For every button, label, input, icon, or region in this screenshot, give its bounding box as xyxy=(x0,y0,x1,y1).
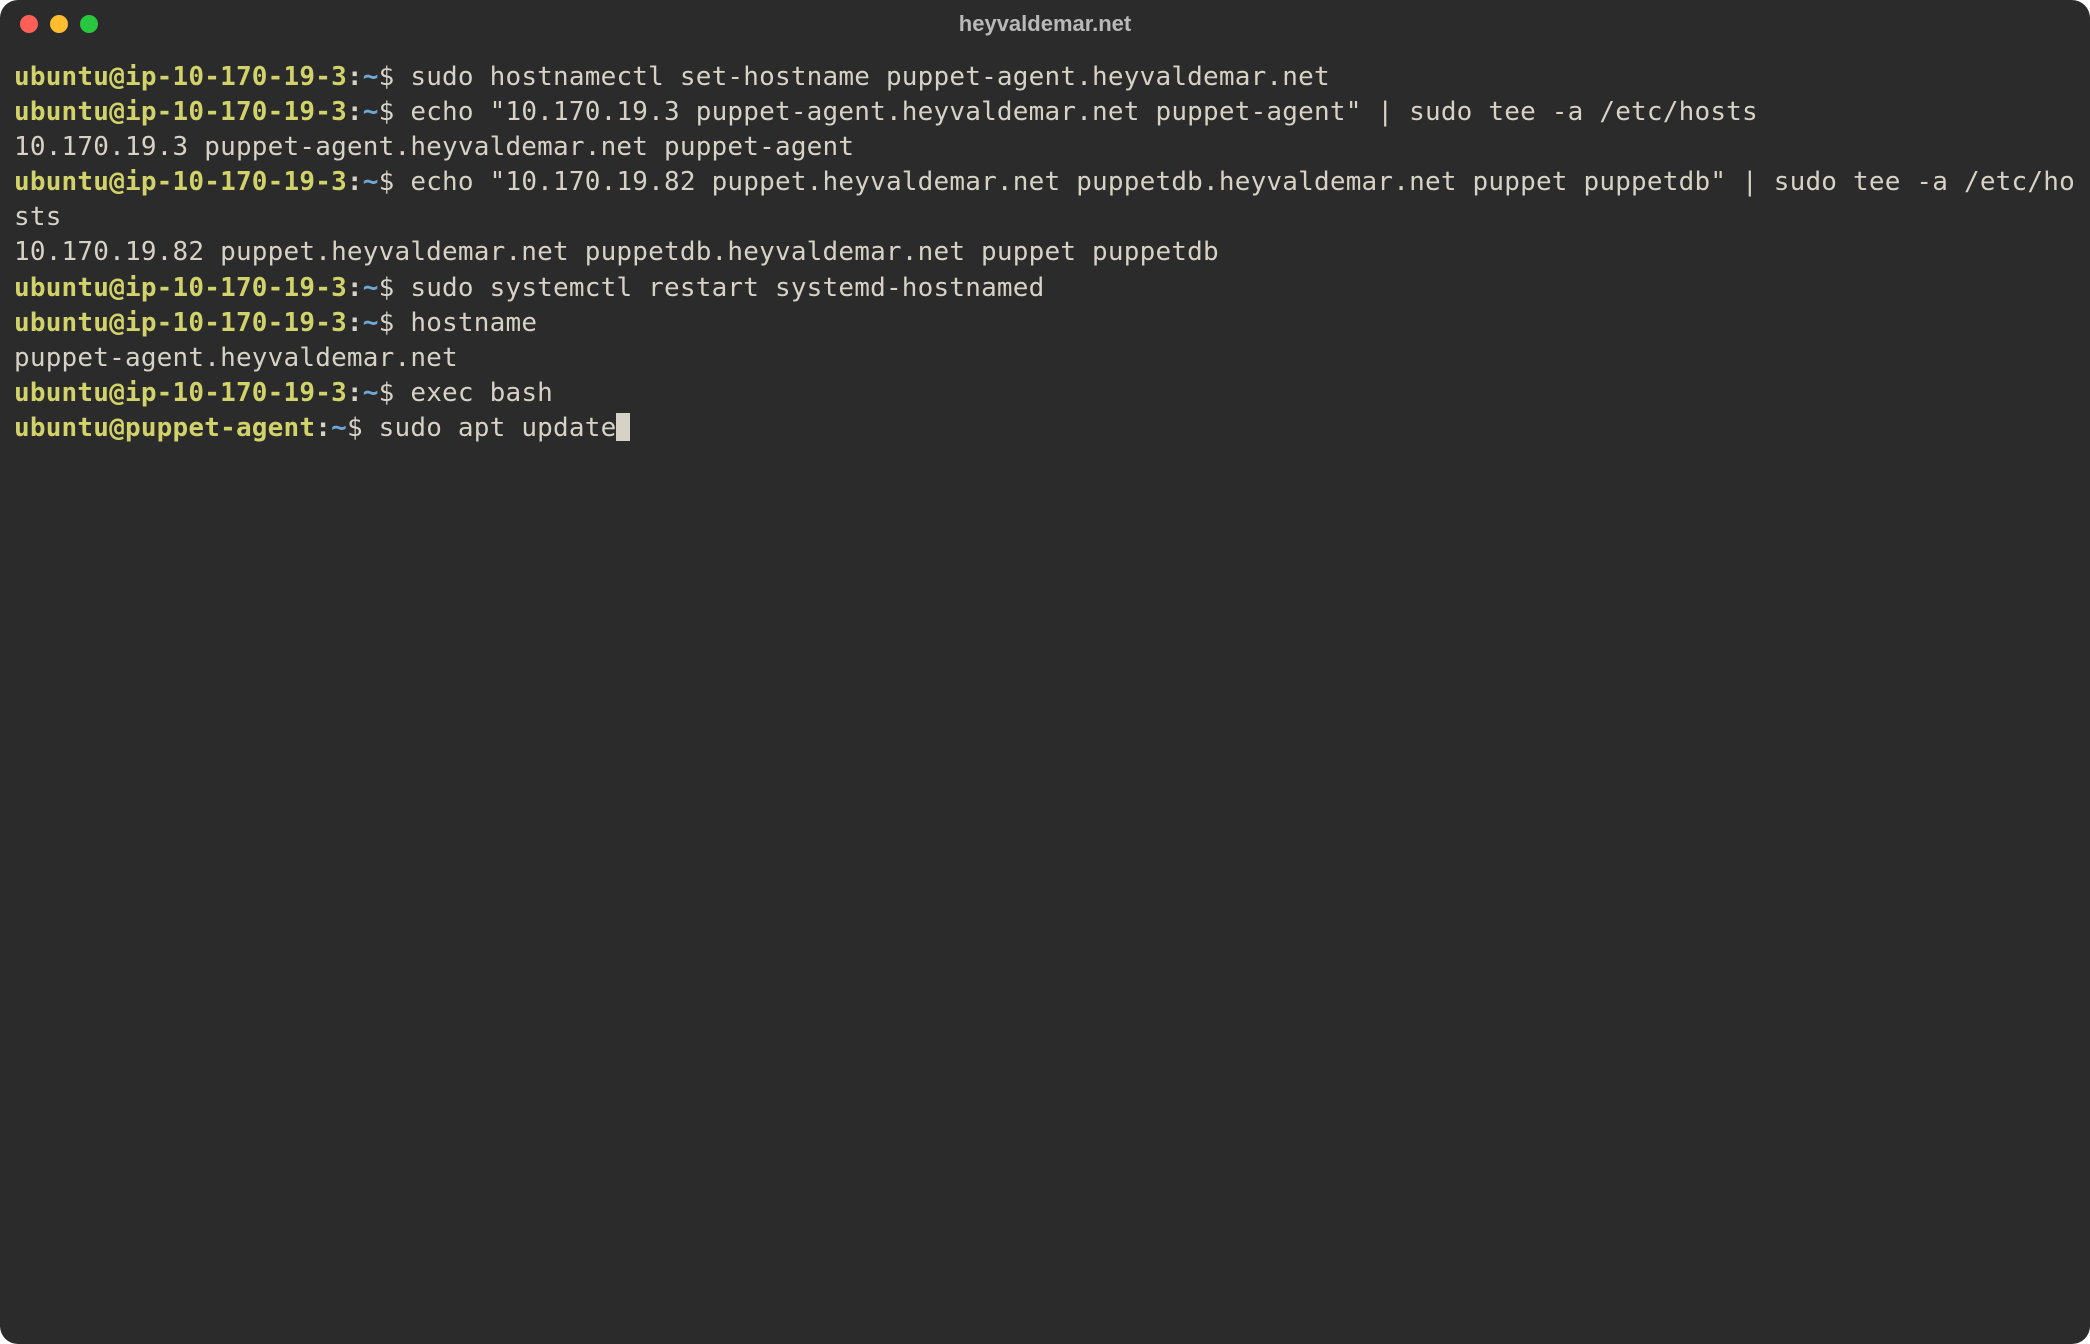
prompt-colon: : xyxy=(347,167,363,197)
command-text: echo "10.170.19.3 puppet-agent.heyvaldem… xyxy=(395,97,1758,127)
output-line: 10.170.19.82 puppet.heyvaldemar.net pupp… xyxy=(14,235,2076,270)
output-line: puppet-agent.heyvaldemar.net xyxy=(14,341,2076,376)
command-text: hostname xyxy=(395,308,538,338)
prompt-userhost: ubuntu@puppet-agent xyxy=(14,413,315,443)
window-title: heyvaldemar.net xyxy=(959,11,1131,37)
prompt-colon: : xyxy=(347,62,363,92)
prompt-colon: : xyxy=(315,413,331,443)
title-bar: heyvaldemar.net xyxy=(0,0,2090,48)
prompt-colon: : xyxy=(347,308,363,338)
prompt-dollar: $ xyxy=(347,413,363,443)
prompt-dollar: $ xyxy=(379,62,395,92)
prompt-userhost: ubuntu@ip-10-170-19-3 xyxy=(14,308,347,338)
prompt-dollar: $ xyxy=(379,308,395,338)
prompt-dollar: $ xyxy=(379,273,395,303)
terminal-content[interactable]: ubuntu@ip-10-170-19-3:~$ sudo hostnamect… xyxy=(0,48,2090,1344)
terminal-line: ubuntu@ip-10-170-19-3:~$ echo "10.170.19… xyxy=(14,165,2076,235)
command-text: sudo apt update xyxy=(363,413,617,443)
terminal-window: heyvaldemar.net ubuntu@ip-10-170-19-3:~$… xyxy=(0,0,2090,1344)
prompt-path: ~ xyxy=(331,413,347,443)
terminal-line: ubuntu@ip-10-170-19-3:~$ sudo hostnamect… xyxy=(14,60,2076,95)
prompt-path: ~ xyxy=(363,308,379,338)
command-text: exec bash xyxy=(395,378,554,408)
terminal-line: ubuntu@ip-10-170-19-3:~$ exec bash xyxy=(14,376,2076,411)
output-line: 10.170.19.3 puppet-agent.heyvaldemar.net… xyxy=(14,130,2076,165)
terminal-line: ubuntu@ip-10-170-19-3:~$ hostname xyxy=(14,306,2076,341)
prompt-dollar: $ xyxy=(379,167,395,197)
terminal-line: ubuntu@ip-10-170-19-3:~$ echo "10.170.19… xyxy=(14,95,2076,130)
prompt-path: ~ xyxy=(363,378,379,408)
terminal-line: ubuntu@puppet-agent:~$ sudo apt update xyxy=(14,411,2076,446)
cursor xyxy=(616,413,630,441)
prompt-userhost: ubuntu@ip-10-170-19-3 xyxy=(14,62,347,92)
maximize-button[interactable] xyxy=(80,15,98,33)
prompt-userhost: ubuntu@ip-10-170-19-3 xyxy=(14,273,347,303)
prompt-userhost: ubuntu@ip-10-170-19-3 xyxy=(14,97,347,127)
prompt-dollar: $ xyxy=(379,97,395,127)
prompt-userhost: ubuntu@ip-10-170-19-3 xyxy=(14,378,347,408)
prompt-path: ~ xyxy=(363,167,379,197)
terminal-line: ubuntu@ip-10-170-19-3:~$ sudo systemctl … xyxy=(14,271,2076,306)
prompt-dollar: $ xyxy=(379,378,395,408)
command-text: sudo systemctl restart systemd-hostnamed xyxy=(395,273,1045,303)
traffic-lights xyxy=(20,15,98,33)
command-text: sudo hostnamectl set-hostname puppet-age… xyxy=(395,62,1330,92)
minimize-button[interactable] xyxy=(50,15,68,33)
prompt-colon: : xyxy=(347,273,363,303)
prompt-colon: : xyxy=(347,97,363,127)
prompt-path: ~ xyxy=(363,97,379,127)
prompt-colon: : xyxy=(347,378,363,408)
prompt-path: ~ xyxy=(363,273,379,303)
close-button[interactable] xyxy=(20,15,38,33)
prompt-path: ~ xyxy=(363,62,379,92)
prompt-userhost: ubuntu@ip-10-170-19-3 xyxy=(14,167,347,197)
